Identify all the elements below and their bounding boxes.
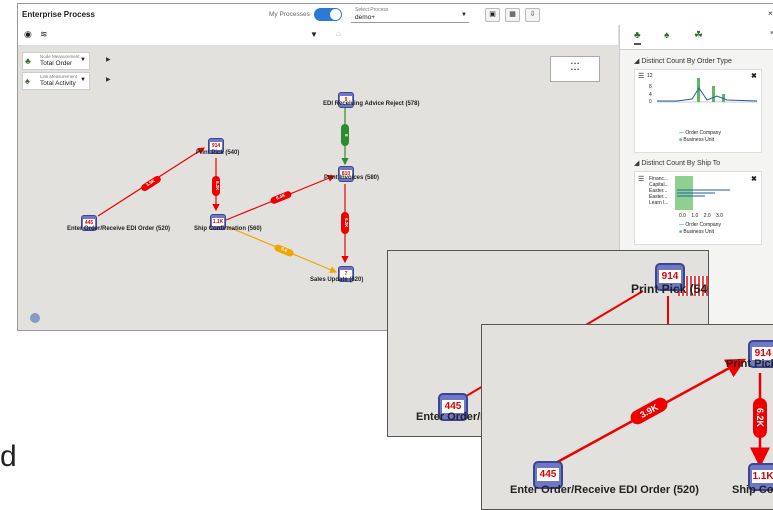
section-title[interactable]: ◢ Distinct Count By Ship To [634, 159, 720, 167]
node-label: EDI Receiving Advice Reject (578) [323, 101, 420, 107]
legend-order-company: — Order Company [679, 222, 721, 228]
minimap[interactable]: • ▪ • • ▪ • [550, 56, 600, 82]
menu-icon[interactable]: ☰ [638, 175, 644, 183]
link-label[interactable]: 8 [341, 124, 349, 146]
link-label[interactable]: 6.2K [341, 212, 349, 234]
node-label: Sales Update (620) [310, 277, 364, 283]
tick-label: 8 [649, 84, 652, 90]
tick-label: 12 [647, 73, 653, 79]
node-label: Print Pick (540) [196, 150, 240, 156]
menu-icon[interactable]: ☰ [638, 72, 644, 80]
link-label[interactable]: 6.2K [753, 398, 767, 438]
zoom-view-2: 3.9K 6.2K 914 Print Pick 445 Enter Order… [481, 324, 773, 510]
node-label: Ship Conf [732, 484, 773, 496]
section-title[interactable]: ◢ Distinct Count By Order Type [634, 57, 732, 65]
legend-business-unit: ■ Business Unit [679, 229, 714, 235]
node-label: Print Pick (540 [631, 282, 709, 296]
legend-order-company: — Order Company [679, 130, 721, 136]
overview-button[interactable] [30, 313, 40, 323]
legend-business-unit: ■ Business Unit [679, 137, 714, 143]
node-label: Print Pick [726, 358, 773, 370]
section-title-text: Distinct Count By Ship To [641, 160, 721, 167]
close-icon[interactable]: × [768, 9, 773, 18]
chart-card: ☰ ✖ Financ... Capital... Easter... Easter..… [634, 171, 762, 245]
x-tick-labels: 0.0 1.0 2.0 3.0 [679, 213, 723, 219]
node-label: Enter Order/R [416, 411, 489, 423]
order-type-chart [657, 78, 757, 103]
node-label: Print Invoices (580) [324, 175, 380, 181]
node-label: Enter Order/Receive EDI Order (520) [510, 484, 699, 496]
link-label[interactable]: 6.2K [212, 176, 220, 196]
ship-to-chart [675, 176, 730, 210]
tab-nodes-icon[interactable]: ♠ [664, 30, 669, 41]
tab-node-icon[interactable]: ♣ [634, 30, 641, 45]
node-label: Ship Confirmation (560) [194, 226, 262, 232]
node-count: 1.1K [752, 470, 773, 483]
tick-label: 4 [649, 92, 652, 98]
expand-icon[interactable]: ✖ [751, 175, 757, 183]
category-labels: Financ... Capital... Easter... Easter... Lea… [649, 176, 669, 206]
node-count: 1.1K [212, 218, 224, 226]
chart-card: ☰ ✖ 12 8 4 0 — Order Company ■ Business … [634, 69, 762, 153]
node-count: 445 [537, 468, 559, 481]
section-title-text: Distinct Count By Order Type [641, 58, 732, 65]
page-fragment-text: d [0, 440, 17, 473]
tab-links-icon[interactable]: ☘ [694, 30, 703, 41]
panel-tabs: ♣ ♠ ☘ × [620, 25, 773, 50]
node-count: 914 [210, 142, 222, 150]
node-label: Enter Order/Receive EDI Order (520) [67, 226, 171, 232]
zoom2-edges [551, 358, 770, 468]
tick-label: 0 [649, 99, 652, 105]
